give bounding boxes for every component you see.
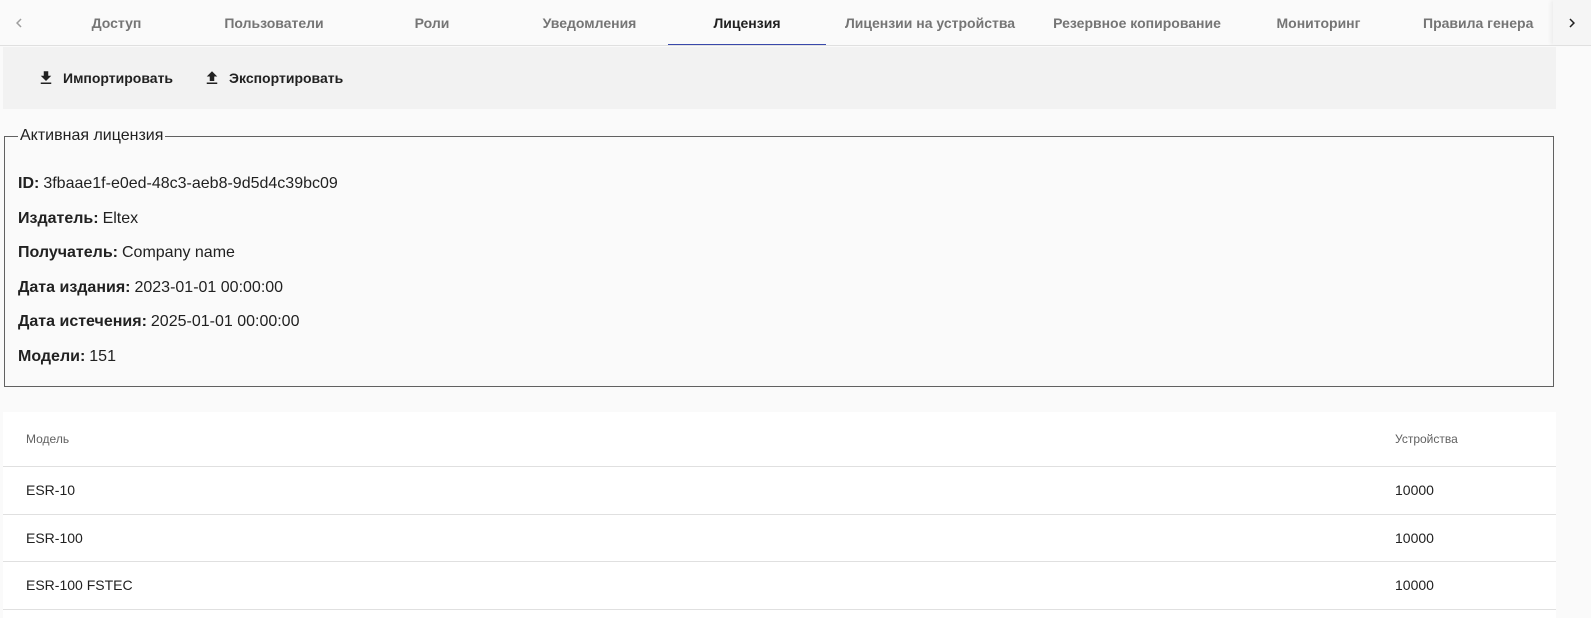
tab-generation-rules[interactable]: Правила генера: [1397, 0, 1557, 45]
active-license-legend: Активная лицензия: [20, 127, 164, 144]
tab-access[interactable]: Доступ: [38, 0, 195, 45]
column-header-devices[interactable]: Устройства: [1395, 432, 1458, 446]
chevron-left-icon: [16, 18, 22, 27]
license-id-label: ID:: [18, 175, 40, 193]
tab-users[interactable]: Пользователи: [195, 0, 353, 45]
license-id-row: ID: 3fbaae1f-e0ed-48c3-aeb8-9d5d4c39bc09: [18, 167, 1540, 202]
tab-notifications[interactable]: Уведомления: [511, 0, 668, 45]
cell-model: ESR-100 FSTEC: [26, 577, 133, 594]
tab-license[interactable]: Лицензия: [668, 0, 826, 45]
upload-icon: [206, 71, 218, 84]
chevron-right-icon: [1569, 18, 1575, 27]
license-models-label: Модели:: [18, 347, 86, 365]
license-recipient-value: Company name: [121, 244, 235, 262]
tabs-scroll-right-button[interactable]: [1553, 0, 1591, 45]
license-issuer-value: Eltex: [102, 209, 139, 227]
license-id-value: 3fbaae1f-e0ed-48c3-aeb8-9d5d4c39bc09: [43, 175, 338, 193]
cell-devices: 10000: [1395, 529, 1434, 546]
tab-monitoring[interactable]: Мониторинг: [1240, 0, 1397, 45]
cell-devices: 10000: [1395, 482, 1434, 499]
license-recipient-row: Получатель: Company name: [18, 236, 1540, 271]
license-expiry-date-value: 2025-01-01 00:00:00: [150, 313, 300, 331]
table-row[interactable]: ESR-100 FSTEC 10000: [3, 562, 1556, 610]
table-row[interactable]: ESR-10 10000: [3, 467, 1556, 515]
tab-bar: Доступ Пользователи Роли Уведомления Лиц…: [0, 0, 1591, 46]
tabs-scroll-left-button[interactable]: [0, 0, 38, 45]
tab-roles[interactable]: Роли: [353, 0, 511, 45]
cell-devices: 10000: [1395, 577, 1434, 594]
active-license-panel: Активная лицензия ID: 3fbaae1f-e0ed-48c3…: [4, 127, 1554, 387]
license-issue-date-value: 2023-01-01 00:00:00: [134, 278, 284, 296]
tab-backup[interactable]: Резервное копирование: [1034, 0, 1240, 45]
tab-device-licenses[interactable]: Лицензии на устройства: [826, 0, 1034, 45]
license-toolbar: Импортировать Экспортировать: [3, 47, 1556, 109]
export-button-label: Экспортировать: [229, 70, 344, 86]
license-models-value: 151: [89, 347, 116, 365]
license-expiry-date-label: Дата истечения:: [18, 313, 147, 331]
cell-model: ESR-10: [26, 482, 76, 499]
license-issuer-row: Издатель: Eltex: [18, 202, 1540, 237]
license-issue-date-row: Дата издания: 2023-01-01 00:00:00: [18, 271, 1540, 306]
tabs: Доступ Пользователи Роли Уведомления Лиц…: [38, 0, 1557, 45]
import-button-label: Импортировать: [63, 70, 174, 86]
table-header: Модель Устройства: [3, 412, 1556, 467]
column-header-model[interactable]: Модель: [26, 432, 69, 446]
import-button[interactable]: Импортировать: [29, 61, 181, 95]
download-icon: [40, 71, 52, 84]
license-models-table: Модель Устройства ESR-10 10000 ESR-100 1…: [3, 412, 1556, 618]
cell-model: ESR-100: [26, 529, 83, 546]
license-issue-date-label: Дата издания:: [18, 278, 131, 296]
license-recipient-label: Получатель:: [18, 244, 118, 262]
table-row[interactable]: ESR-100 10000: [3, 515, 1556, 562]
license-models-row: Модели: 151: [18, 340, 1540, 375]
export-button[interactable]: Экспортировать: [195, 61, 351, 95]
license-expiry-date-row: Дата истечения: 2025-01-01 00:00:00: [18, 305, 1540, 340]
license-issuer-label: Издатель:: [18, 209, 99, 227]
